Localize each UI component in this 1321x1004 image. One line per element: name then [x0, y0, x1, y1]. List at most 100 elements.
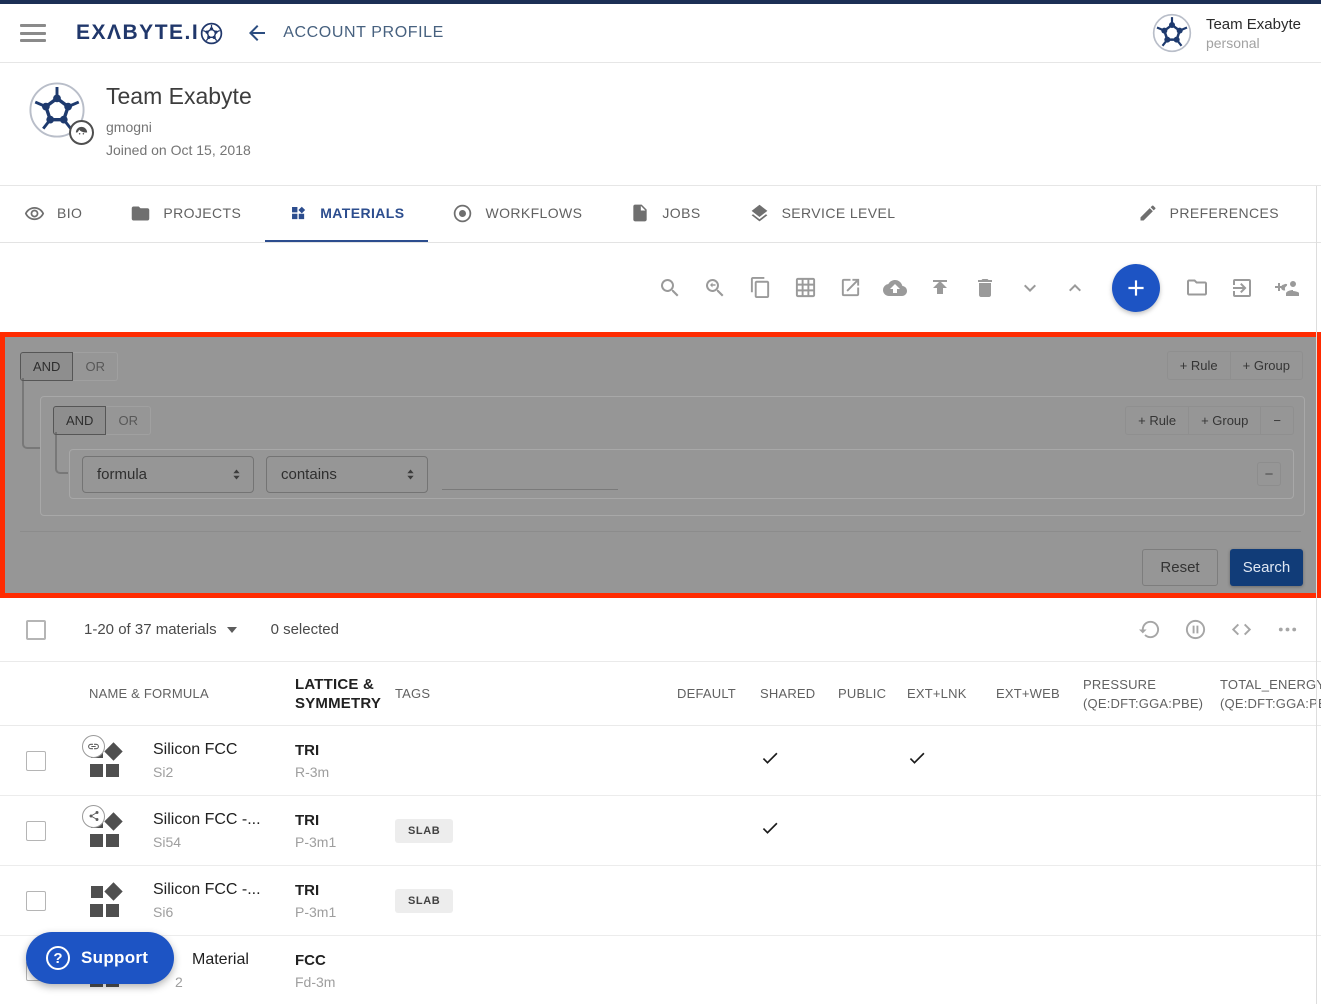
- open-in-new-icon[interactable]: [838, 276, 862, 300]
- search-button[interactable]: Search: [1230, 549, 1303, 586]
- back-arrow-icon[interactable]: [245, 21, 269, 45]
- col-lattice-symmetry[interactable]: LATTICE &SYMMETRY: [292, 675, 392, 713]
- inner-and-button[interactable]: AND: [53, 406, 106, 435]
- share-badge-icon: [82, 805, 105, 828]
- help-icon: ?: [46, 946, 70, 970]
- inner-remove-group-button[interactable]: −: [1261, 406, 1294, 435]
- rule-field-select[interactable]: formula: [82, 456, 254, 493]
- materials-toolbar: [0, 243, 1321, 332]
- tag-chip: SLAB: [395, 889, 453, 913]
- shared-check: [752, 818, 830, 843]
- menu-icon[interactable]: [20, 24, 46, 42]
- tab-bio[interactable]: BIO: [0, 186, 106, 242]
- page-title: ACCOUNT PROFILE: [283, 24, 444, 42]
- lattice: FCC: [295, 952, 392, 969]
- query-footer-divider: [20, 531, 1301, 532]
- code-icon[interactable]: [1229, 618, 1253, 642]
- col-name-formula[interactable]: NAME & FORMULA: [62, 684, 292, 703]
- delete-icon[interactable]: [973, 276, 997, 300]
- search-icon[interactable]: [658, 276, 682, 300]
- col-ext-lnk[interactable]: EXT+LNK: [899, 684, 988, 703]
- add-material-button[interactable]: [1112, 264, 1160, 312]
- saved-search-icon[interactable]: [703, 276, 727, 300]
- col-shared[interactable]: SHARED: [752, 684, 830, 703]
- list-controls: 1-20 of 37 materials 0 selected: [0, 598, 1321, 661]
- publish-icon[interactable]: [928, 276, 952, 300]
- row-checkbox[interactable]: [26, 751, 46, 771]
- profile-header: Team Exabyte gmogni Joined on Oct 15, 20…: [0, 63, 1321, 186]
- inner-add-group-button[interactable]: + Group: [1189, 406, 1261, 435]
- outer-and-button[interactable]: AND: [20, 352, 73, 381]
- table-row[interactable]: Silicon FCC Si2 TRI R-3m: [0, 726, 1321, 796]
- group-connector: [22, 378, 40, 449]
- reset-button[interactable]: Reset: [1142, 549, 1218, 586]
- outer-add-group-button[interactable]: + Group: [1231, 351, 1303, 380]
- profile-tabs: BIO PROJECTS MATERIALS WORKFLOWS JOBS SE…: [0, 186, 1321, 243]
- query-rule: formula contains −: [69, 449, 1294, 499]
- tab-workflows[interactable]: WORKFLOWS: [428, 186, 606, 242]
- pause-icon[interactable]: [1183, 618, 1207, 642]
- account-menu[interactable]: Team Exabyte personal: [1152, 13, 1301, 53]
- workflows-icon: [452, 203, 473, 224]
- col-ext-web[interactable]: EXT+WEB: [988, 684, 1075, 703]
- material-icon: [90, 815, 124, 847]
- col-default[interactable]: DEFAULT: [669, 684, 752, 703]
- symmetry: Fd-3m: [295, 974, 392, 990]
- select-all-checkbox[interactable]: [26, 620, 46, 640]
- material-icon: [90, 745, 124, 777]
- link-badge-icon: [82, 735, 105, 758]
- col-pressure[interactable]: PRESSURE(QE:DFT:GGA:PBE): [1075, 675, 1212, 713]
- nested-rule-group: AND OR + Rule + Group − formula contains…: [40, 396, 1305, 516]
- inner-condition-toggle: AND OR: [53, 406, 151, 435]
- grid-icon[interactable]: [793, 276, 817, 300]
- tab-materials[interactable]: MATERIALS: [265, 186, 428, 242]
- selected-count: 0 selected: [271, 621, 339, 638]
- row-checkbox[interactable]: [26, 821, 46, 841]
- refresh-icon[interactable]: [1137, 618, 1161, 642]
- folder-icon: [130, 203, 151, 224]
- inner-group-actions: + Rule + Group −: [1125, 406, 1294, 435]
- tag-chip: SLAB: [395, 819, 453, 843]
- tab-service-level[interactable]: SERVICE LEVEL: [725, 186, 920, 242]
- table-row[interactable]: Silicon FCC -... Si6 TRI P-3m1 SLAB: [0, 866, 1321, 936]
- profile-joined-date: Joined on Oct 15, 2018: [106, 142, 252, 158]
- col-tags[interactable]: TAGS: [392, 684, 669, 703]
- inner-add-rule-button[interactable]: + Rule: [1125, 406, 1189, 435]
- material-name[interactable]: Silicon FCC: [153, 741, 237, 759]
- unfold-arrows-icon: [229, 467, 244, 482]
- exabyte-logo[interactable]: EXΛBYTE.I: [76, 21, 223, 45]
- profile-avatar: [28, 81, 86, 139]
- account-avatar: [1152, 13, 1192, 53]
- rule-operator-select[interactable]: contains: [266, 456, 428, 493]
- lattice: TRI: [295, 742, 392, 759]
- share-with-team-icon[interactable]: [1275, 276, 1299, 300]
- jobs-icon: [630, 203, 650, 223]
- col-total-energy[interactable]: TOTAL_ENERGY(QE:DFT:GGA:PBE): [1212, 675, 1321, 713]
- chevron-up-icon[interactable]: [1063, 276, 1087, 300]
- table-row[interactable]: Silicon FCC -... Si54 TRI P-3m1 SLAB: [0, 796, 1321, 866]
- rule-value-input[interactable]: [442, 460, 618, 490]
- pagination-dropdown[interactable]: 1-20 of 37 materials: [84, 621, 237, 638]
- import-icon[interactable]: [1230, 276, 1254, 300]
- more-options-icon[interactable]: [1275, 618, 1299, 642]
- inner-or-button[interactable]: OR: [106, 406, 151, 435]
- outer-or-button[interactable]: OR: [73, 352, 118, 381]
- material-name[interactable]: Silicon FCC -...: [153, 881, 261, 899]
- copy-icon[interactable]: [748, 276, 772, 300]
- support-button[interactable]: ? Support: [26, 932, 174, 984]
- material-name[interactable]: Silicon FCC -...: [153, 811, 261, 829]
- tab-jobs[interactable]: JOBS: [606, 186, 724, 242]
- chevron-down-icon[interactable]: [1018, 276, 1042, 300]
- outer-condition-toggle: AND OR: [20, 352, 118, 381]
- table-row[interactable]: Material 2 FCC Fd-3m: [0, 936, 1321, 1004]
- remove-rule-button[interactable]: −: [1257, 462, 1281, 486]
- outer-add-rule-button[interactable]: + Rule: [1167, 351, 1231, 380]
- query-builder-panel: AND OR + Rule + Group AND OR + Rule + Gr…: [0, 332, 1321, 598]
- folder-icon[interactable]: [1185, 276, 1209, 300]
- col-public[interactable]: PUBLIC: [830, 684, 899, 703]
- tab-projects[interactable]: PROJECTS: [106, 186, 265, 242]
- service-level-icon: [749, 203, 770, 224]
- tab-preferences[interactable]: PREFERENCES: [1114, 186, 1303, 242]
- row-checkbox[interactable]: [26, 891, 46, 911]
- cloud-upload-icon[interactable]: [883, 276, 907, 300]
